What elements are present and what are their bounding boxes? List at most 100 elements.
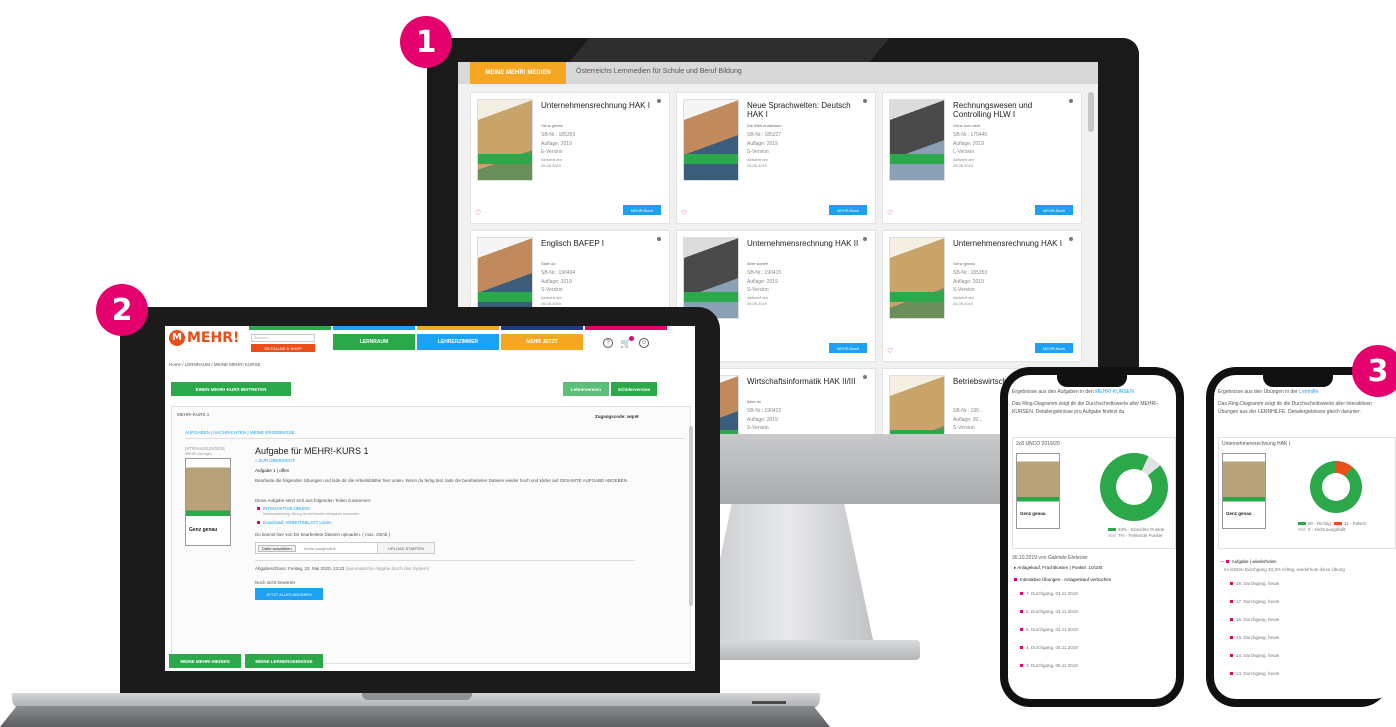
tab-bar-title: Österreichs Lernmedien für Schule und Be…	[576, 68, 742, 75]
scrollbar[interactable]	[689, 426, 693, 606]
card-title: Wirtschaftsinformatik HAK II/III	[747, 377, 856, 386]
more-icon[interactable]	[863, 99, 867, 103]
nav-lernraum[interactable]: LERNRAUM	[333, 334, 415, 350]
heart-icon[interactable]: ♡	[887, 347, 893, 355]
p1-attempt-item[interactable]: 4. Durchgang, 04.11.2019	[1020, 645, 1078, 650]
back-link[interactable]: « ZUR ÜBERSICHT	[255, 458, 295, 463]
card-subtitle: Genz genau	[953, 261, 975, 266]
p1-book-cover[interactable]: Genz genau	[1016, 453, 1060, 529]
phone-1-screen: Ergebnisse aus den Aufgaben in den MEHR!…	[1008, 375, 1176, 699]
toggle-schuelerversion[interactable]: Schülerversion	[611, 382, 657, 396]
card-title: Englisch BAFEP I	[541, 239, 604, 248]
task-parts: Diese Aufgabe setzt sich aus folgenden T…	[255, 498, 372, 503]
mehr-buch-button[interactable]: MEHR-Buch	[623, 205, 661, 215]
card-subtitle: Genz und mehr	[953, 123, 981, 128]
p1-legend-1: 93% - Erreichte Punkte	[1108, 527, 1164, 532]
phone-1: Ergebnisse aus den Aufgaben in den MEHR!…	[1000, 367, 1184, 707]
part-download[interactable]: Download: ARBEITSBLATT Lösen	[257, 520, 332, 525]
file-value: Keine ausgewählt	[304, 546, 336, 551]
media-card[interactable]: Neue Sprachwelten: Deutsch HAK I Die Welt…	[676, 92, 876, 224]
image-sub: MEHR!-Übungen	[185, 452, 212, 456]
book-cover[interactable]	[889, 237, 945, 319]
file-choose-button[interactable]: Datei auswählen	[258, 545, 296, 552]
mehr-buch-button[interactable]: MEHR-Buch	[829, 205, 867, 215]
p2-attempt-item[interactable]: 16. Durchgang, heute	[1230, 617, 1279, 622]
p1-intro: Das Ring-Diagramm zeigt dir die Durchsch…	[1012, 401, 1159, 415]
p2-task[interactable]: — Aufgabe | wiederholen	[1220, 559, 1276, 564]
bottom-lernergebnisse[interactable]: MEINE LERNERGEBNISSE	[245, 654, 323, 668]
task-status: Aufgabe 1 | offen	[255, 468, 290, 473]
heart-icon[interactable]: ♡	[887, 209, 893, 217]
heart-icon[interactable]: ♡	[681, 209, 687, 217]
search-input[interactable]: Suchen...	[251, 334, 315, 342]
media-card[interactable]: Unternehmensrechnung HAK I Genz genau SB-N…	[882, 230, 1082, 362]
book-cover[interactable]	[683, 99, 739, 181]
shop-button[interactable]: SB-FALLBE & SHOP	[251, 344, 315, 352]
book-cover[interactable]	[889, 375, 945, 434]
toggle-lehrerversion[interactable]: Lehrerversion	[563, 382, 609, 396]
p2-attempt-item[interactable]: 17. Durchgang, heute	[1230, 599, 1279, 604]
p2-attempt-item[interactable]: 14. Durchgang, heute	[1230, 653, 1279, 658]
breadcrumb: Home / LERNRAUM / MEINE MEHR! KURSE	[169, 362, 261, 367]
mehr-logo[interactable]: M MEHR!	[169, 330, 239, 346]
user-icon[interactable]: ☺	[639, 338, 649, 348]
card-subtitle: Start Up	[541, 261, 556, 266]
p1-header: Ergebnisse aus den Aufgaben in den MEHR!…	[1012, 389, 1134, 395]
phone-2: Ergebnisse aus den Übungen in der Lernhi…	[1206, 367, 1396, 707]
p1-task[interactable]: ▸ Anlagekauf, Frachtkosten | Punkte: 10/…	[1014, 565, 1102, 571]
p1-exercise[interactable]: Interaktive Übungen - Anlagenkauf verbuc…	[1014, 577, 1111, 582]
due-date: Abgabeschluss: Freitag, 22. Mai 2020, 13…	[255, 566, 430, 571]
p2-attempt-item[interactable]: 18. Durchgang, heute	[1230, 581, 1279, 586]
scrollbar[interactable]	[1088, 92, 1094, 132]
card-meta: SB-Nr.: 185353 Auflage: 2019 E-Version Akti…	[541, 132, 576, 169]
part-interactive[interactable]: INTERAKTIVE ÜBUNG	[257, 506, 310, 511]
more-icon[interactable]	[863, 375, 867, 379]
card-title: Unternehmensrechnung HAK II	[747, 239, 859, 248]
nav-mehr-jetzt[interactable]: MEHR JETZT	[501, 334, 583, 350]
grading-status: Noch nicht bewertet	[255, 580, 295, 585]
p1-attempt-item[interactable]: 7. Durchgang, 04.11.2019	[1020, 591, 1078, 596]
p1-attempt-item[interactable]: 5. Durchgang, 04.11.2019	[1020, 627, 1078, 632]
media-card[interactable]: Rechnungswesen und Controlling HLW I Genz…	[882, 92, 1082, 224]
media-card[interactable]: Unternehmensrechnung HAK I Genz genau SB-N…	[470, 92, 670, 224]
card-title: Unternehmensrechnung HAK I	[953, 239, 1062, 248]
card-subtitle: Genz genau	[541, 123, 563, 128]
p1-attempt-item[interactable]: 6. Durchgang, 04.11.2019	[1020, 609, 1078, 614]
badge-1: 1	[400, 16, 452, 68]
tab-meine-medien[interactable]: MEINE MEHR! MEDIEN	[470, 62, 566, 84]
p2-ring-chart	[1310, 461, 1362, 513]
more-icon[interactable]	[1069, 237, 1073, 241]
mehr-buch-button[interactable]: MEHR-Buch	[1035, 343, 1073, 353]
upload-button[interactable]: UPLOAD STARTEN	[377, 542, 435, 554]
course-subtabs[interactable]: AUFGABEN | NACHRICHTEN | MEINE ERGEBNISS…	[185, 430, 295, 435]
mehr-buch-button[interactable]: MEHR-Buch	[829, 343, 867, 353]
heart-icon[interactable]: ♡	[475, 209, 481, 217]
p1-attempt-item[interactable]: 3. Durchgang, 06.11.2019	[1020, 663, 1078, 668]
p2-attempt-item[interactable]: 15. Durchgang, heute	[1230, 635, 1279, 640]
access-code: Zugangscode: wqn9	[595, 414, 639, 419]
part-interactive-note: Nachbearbeitung: Übung ist dort bereits …	[263, 512, 359, 516]
card-meta: SB-Nr.: 190...Auflage: 20...S-VersionAkt…	[953, 408, 984, 434]
book-cover[interactable]	[477, 99, 533, 181]
book-cover[interactable]: Genz genau	[185, 458, 231, 546]
card-meta: SB-Nr.: 175445 Auflage: 2019 L-Version Akti…	[953, 132, 988, 169]
book-cover[interactable]	[889, 99, 945, 181]
help-icon[interactable]: ?	[603, 338, 613, 348]
p2-attempt-item[interactable]: 13. Durchgang, heute	[1230, 671, 1279, 676]
mehr-buch-button[interactable]: MEHR-Buch	[1035, 205, 1073, 215]
more-icon[interactable]	[657, 237, 661, 241]
p2-book-cover[interactable]: Genz genau	[1222, 453, 1266, 529]
task-title: Aufgabe für MEHR!-KURS 1	[255, 446, 369, 456]
card-subtitle: Aber sicher!	[747, 261, 769, 266]
more-icon[interactable]	[657, 99, 661, 103]
join-course-button[interactable]: EINEN MEHR!-KURS BEITRETEN	[171, 382, 291, 396]
p2-task-note: Im letzten Durchgang 33,3% richtig, wied…	[1224, 567, 1345, 572]
p2-intro: Das Ring-Diagramm zeigt dir die Durchsch…	[1218, 401, 1372, 415]
more-icon[interactable]	[863, 237, 867, 241]
laptop-screen: M MEHR! Suchen... SB-FALLBE & SHOP LERNRA…	[165, 326, 695, 671]
submit-all-button[interactable]: JETZT ALLES ABGEBEN	[255, 588, 323, 600]
nav-lehrerzimmer[interactable]: LEHRERZIMMER	[417, 334, 499, 350]
bottom-meine-medien[interactable]: MEINE MEHR!-MEDIEN	[169, 654, 241, 668]
more-icon[interactable]	[1069, 99, 1073, 103]
laptop-notch	[362, 693, 472, 700]
